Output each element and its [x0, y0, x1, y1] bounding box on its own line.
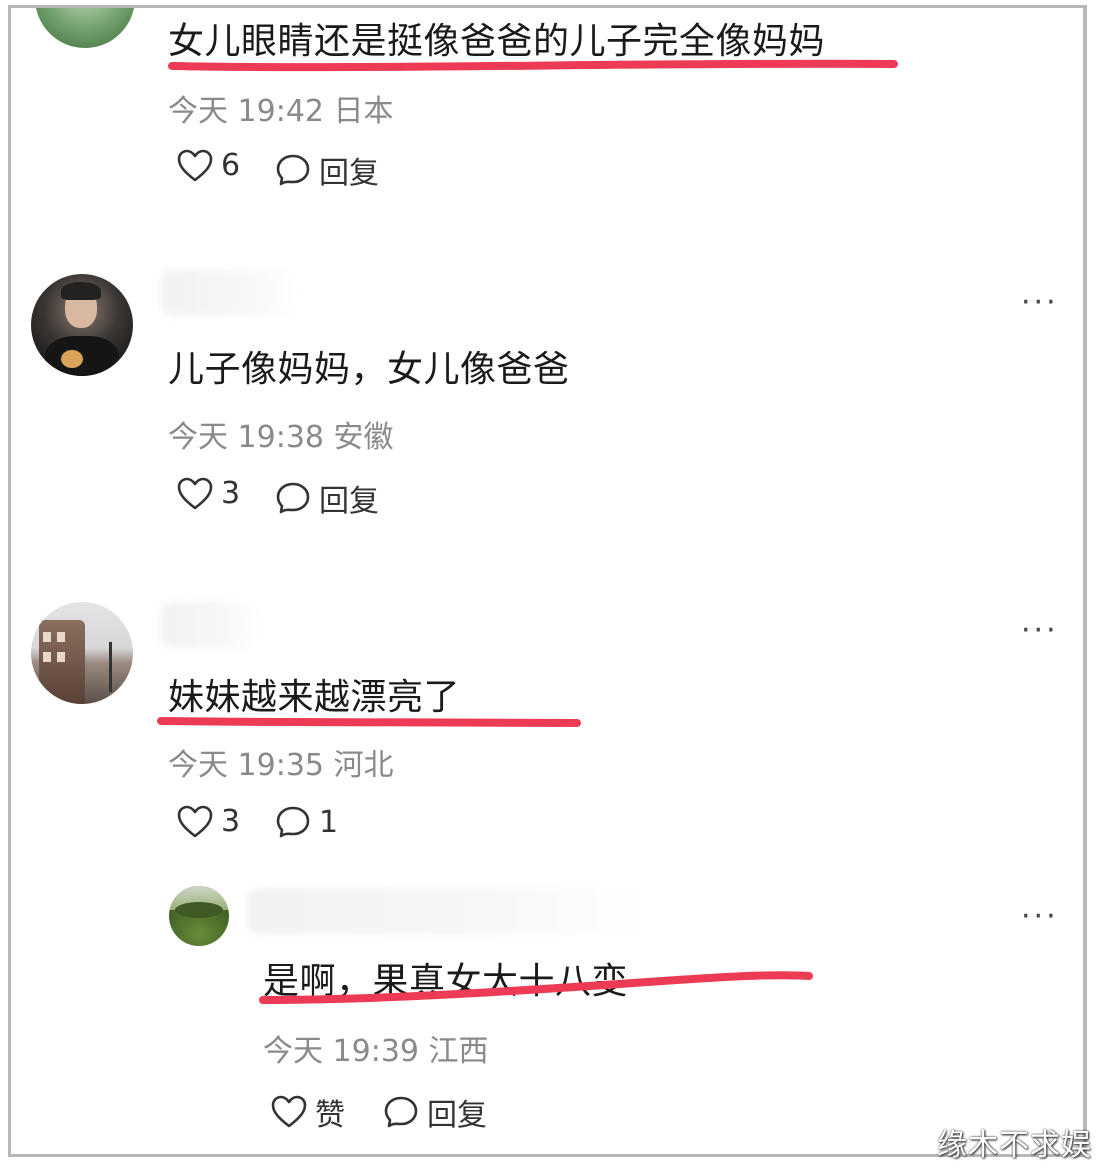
more-icon[interactable]: ··· [1021, 902, 1059, 932]
highlight-underline [157, 717, 581, 727]
comment-bubble-icon [275, 480, 311, 516]
heart-icon [177, 477, 213, 511]
like-button[interactable]: 3 [177, 804, 240, 839]
comment-bubble-icon [275, 804, 311, 840]
heart-icon [177, 805, 213, 839]
like-button[interactable]: 3 [177, 476, 240, 511]
reply-meta: 今天 19:39 江西 [263, 1034, 489, 1069]
reply-label: 回复 [319, 484, 379, 519]
heart-icon [271, 1095, 307, 1129]
reply-button[interactable]: 1 [275, 804, 338, 840]
like-button[interactable]: 6 [177, 148, 240, 183]
comment-bubble-icon [275, 152, 311, 188]
comment-meta: 今天 19:35 河北 [168, 748, 394, 783]
comment-list: 女儿眼睛还是挺像爸爸的儿子完全像妈妈 今天 19:42 日本 6 回复 ··· … [8, 5, 1087, 1157]
highlight-underline [168, 59, 898, 72]
comment-text: 儿子像妈妈，女儿像爸爸 [168, 349, 570, 390]
avatar[interactable] [31, 602, 133, 704]
username-blurred [247, 888, 647, 934]
reply-button[interactable]: 回复 [383, 1090, 487, 1134]
heart-icon [177, 149, 213, 183]
username-blurred [161, 270, 301, 316]
comment-meta: 今天 19:42 日本 [168, 94, 394, 129]
reply-button[interactable]: 回复 [275, 148, 379, 192]
comment-meta: 今天 19:38 安徽 [168, 420, 394, 455]
reply-label: 回复 [319, 156, 379, 191]
highlight-underline [259, 971, 813, 1004]
more-icon[interactable]: ··· [1021, 288, 1059, 318]
avatar[interactable] [169, 886, 229, 946]
avatar[interactable] [31, 274, 133, 376]
like-count: 6 [221, 148, 241, 183]
reply-label: 回复 [427, 1098, 487, 1133]
comment-bubble-icon [383, 1094, 419, 1130]
like-count: 3 [221, 476, 241, 511]
avatar[interactable] [35, 8, 135, 48]
like-count: 3 [221, 804, 241, 839]
reply-count: 1 [319, 804, 339, 840]
reply-button[interactable]: 回复 [275, 476, 379, 520]
like-button[interactable]: 赞 [271, 1090, 345, 1134]
more-icon[interactable]: ··· [1021, 616, 1059, 646]
username-blurred [161, 602, 261, 648]
watermark: 缘木不求娱 [937, 1128, 1092, 1163]
like-label: 赞 [315, 1098, 345, 1133]
